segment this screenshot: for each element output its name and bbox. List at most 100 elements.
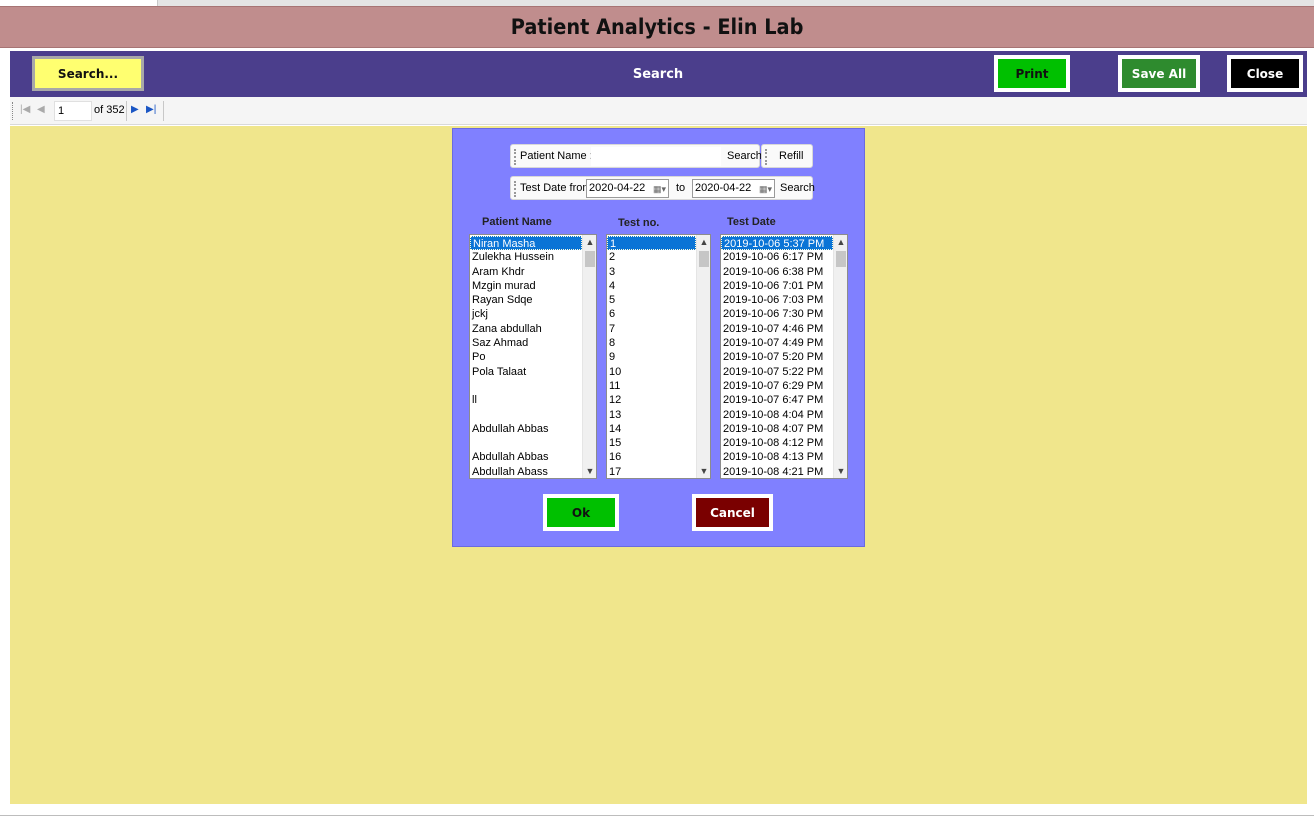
test-no-list-item[interactable]: 16 [607, 450, 696, 464]
vertical-scrollbar[interactable]: ▲ ▼ [696, 235, 710, 478]
cancel-button[interactable]: Cancel [692, 494, 773, 531]
scroll-down-icon[interactable]: ▼ [583, 464, 596, 478]
patient-list-item[interactable]: Zulekha Hussein [470, 250, 582, 264]
patient-list-item[interactable] [470, 379, 582, 393]
patient-list-item[interactable]: Mzgin murad [470, 279, 582, 293]
test-date-list-item[interactable]: 2019-10-06 7:01 PM [721, 279, 833, 293]
previous-record-icon[interactable]: ◀ [37, 104, 45, 116]
calendar-dropdown-icon[interactable]: ▦▾ [653, 183, 666, 195]
patient-list-item[interactable]: Pola Talaat [470, 365, 582, 379]
test-no-list-item[interactable]: 17 [607, 465, 696, 478]
test-date-list-item[interactable]: 2019-10-06 7:03 PM [721, 293, 833, 307]
test-no-list-item[interactable]: 12 [607, 393, 696, 407]
test-date-list-item[interactable]: 2019-10-08 4:13 PM [721, 450, 833, 464]
test-date-column-header: Test Date [727, 216, 776, 228]
test-date-list-item[interactable]: 2019-10-06 6:17 PM [721, 250, 833, 264]
patient-list-item[interactable]: Abdullah Abbas [470, 422, 582, 436]
test-date-list-item[interactable]: 2019-10-07 4:46 PM [721, 322, 833, 336]
scroll-up-icon[interactable]: ▲ [697, 235, 710, 249]
patient-list-item[interactable] [470, 408, 582, 422]
next-record-icon[interactable]: ▶ [131, 104, 139, 116]
date-search-button[interactable]: Search [780, 182, 815, 194]
record-position-input[interactable]: 1 [54, 101, 92, 121]
toolstrip-grip[interactable] [514, 149, 516, 165]
scroll-thumb[interactable] [699, 251, 709, 267]
test-date-list-item[interactable]: 2019-10-06 5:37 PM [721, 236, 833, 251]
test-date-list-item[interactable]: 2019-10-07 5:20 PM [721, 350, 833, 364]
patient-list-item[interactable]: Niran Masha [470, 236, 582, 251]
test-no-list-item[interactable]: 13 [607, 408, 696, 422]
test-no-list-item[interactable]: 7 [607, 322, 696, 336]
scroll-up-icon[interactable]: ▲ [834, 235, 847, 249]
test-date-list-item[interactable]: 2019-10-07 5:22 PM [721, 365, 833, 379]
test-date-list-item[interactable]: 2019-10-07 6:29 PM [721, 379, 833, 393]
test-date-list-item[interactable]: 2019-10-08 4:07 PM [721, 422, 833, 436]
calendar-dropdown-icon[interactable]: ▦▾ [759, 183, 772, 195]
last-record-icon[interactable]: ▶| [146, 104, 156, 116]
test-no-list-item[interactable]: 8 [607, 336, 696, 350]
test-no-list-item[interactable]: 4 [607, 279, 696, 293]
title-bar: Patient Analytics - Elin Lab [0, 6, 1314, 48]
patient-list-item[interactable]: Rayan Sdqe [470, 293, 582, 307]
test-no-list-item[interactable]: 15 [607, 436, 696, 450]
test-no-list-item[interactable]: 5 [607, 293, 696, 307]
patient-list-item[interactable] [470, 436, 582, 450]
open-search-button[interactable]: Search... [32, 56, 144, 91]
save-all-button[interactable]: Save All [1118, 55, 1200, 92]
patient-list-item[interactable]: jckj [470, 307, 582, 321]
patient-list-item[interactable]: ll [470, 393, 582, 407]
close-button[interactable]: Close [1227, 55, 1303, 92]
print-button[interactable]: Print [994, 55, 1070, 92]
patient-name-column-header: Patient Name [482, 216, 552, 228]
test-no-column-header: Test no. [618, 217, 660, 229]
test-no-list-item[interactable]: 3 [607, 265, 696, 279]
patient-list-item[interactable]: Zana abdullah [470, 322, 582, 336]
patient-name-listbox[interactable]: Niran Masha Zulekha Hussein Aram Khdr Mzgin… [469, 234, 597, 479]
date-to-picker[interactable]: 2020-04-22 ▦▾ [692, 179, 775, 198]
scroll-thumb[interactable] [585, 251, 595, 267]
scroll-up-icon[interactable]: ▲ [583, 235, 596, 249]
test-no-list-item[interactable]: 11 [607, 379, 696, 393]
ok-button[interactable]: Ok [543, 494, 619, 531]
date-range-toolstrip: Test Date from: 2020-04-22 ▦▾ to 2020-04… [510, 176, 815, 200]
patient-list-item[interactable]: Po [470, 350, 582, 364]
vertical-scrollbar[interactable]: ▲ ▼ [582, 235, 596, 478]
date-from-picker[interactable]: 2020-04-22 ▦▾ [586, 179, 669, 198]
toolbar-grip[interactable] [12, 102, 15, 120]
scroll-down-icon[interactable]: ▼ [834, 464, 847, 478]
test-no-list-item[interactable]: 10 [607, 365, 696, 379]
vertical-scrollbar[interactable]: ▲ ▼ [833, 235, 847, 478]
test-no-list-item[interactable]: 9 [607, 350, 696, 364]
toolstrip-grip[interactable] [514, 181, 516, 197]
patient-name-toolstrip: Patient Name : Search [510, 144, 762, 168]
test-date-listbox[interactable]: 2019-10-06 5:37 PM 2019-10-06 6:17 PM 2019… [720, 234, 848, 479]
test-no-list-item[interactable]: 1 [607, 236, 696, 251]
patient-list-item[interactable]: Aram Khdr [470, 265, 582, 279]
patient-list-item[interactable]: Abdullah Abass [470, 465, 582, 478]
refill-button[interactable]: Refill [779, 150, 803, 162]
test-date-list-item[interactable]: 2019-10-06 6:38 PM [721, 265, 833, 279]
test-no-list-item[interactable]: 6 [607, 307, 696, 321]
test-no-list-item[interactable]: 2 [607, 250, 696, 264]
test-date-list: 2019-10-06 5:37 PM 2019-10-06 6:17 PM 2019… [721, 236, 833, 478]
patient-name-input[interactable] [591, 147, 721, 166]
scroll-down-icon[interactable]: ▼ [697, 464, 710, 478]
test-date-list-item[interactable]: 2019-10-06 7:30 PM [721, 307, 833, 321]
test-no-list-item[interactable]: 14 [607, 422, 696, 436]
name-search-button[interactable]: Search [727, 150, 762, 162]
test-date-list-item[interactable]: 2019-10-08 4:21 PM [721, 465, 833, 478]
test-date-list-item[interactable]: 2019-10-08 4:04 PM [721, 408, 833, 422]
date-from-value: 2020-04-22 [589, 182, 646, 194]
test-date-list-item[interactable]: 2019-10-07 4:49 PM [721, 336, 833, 350]
test-no-listbox[interactable]: 1 2 3 4 5 6 7 8 9 10 11 12 13 14 15 16 17 ▲ ▼ [606, 234, 711, 479]
scroll-thumb[interactable] [836, 251, 846, 267]
window-border [0, 815, 1314, 816]
test-date-list-item[interactable]: 2019-10-08 4:12 PM [721, 436, 833, 450]
refill-toolstrip: Refill [761, 144, 813, 168]
toolstrip-grip[interactable] [765, 149, 767, 165]
record-navigator: |◀ ◀ 1 of 352 ▶ ▶| [10, 97, 1307, 125]
patient-list-item[interactable]: Abdullah Abbas [470, 450, 582, 464]
test-date-list-item[interactable]: 2019-10-07 6:47 PM [721, 393, 833, 407]
patient-list-item[interactable]: Saz Ahmad [470, 336, 582, 350]
first-record-icon[interactable]: |◀ [20, 104, 30, 116]
